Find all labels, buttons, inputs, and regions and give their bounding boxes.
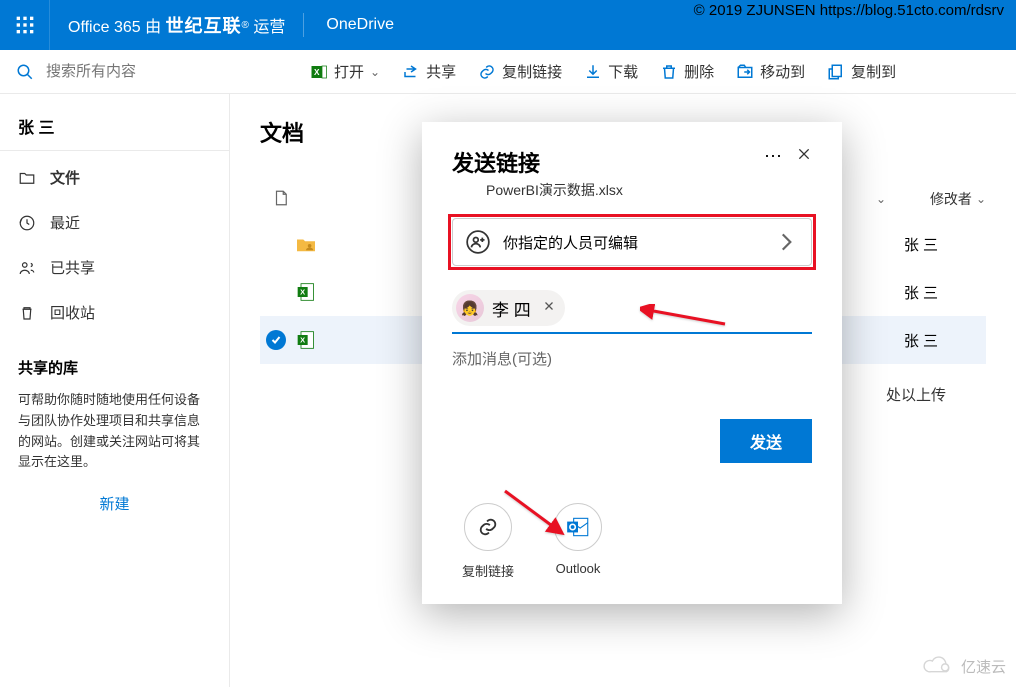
- folder-shared-icon: [295, 235, 317, 253]
- nav-files[interactable]: 文件: [0, 155, 229, 200]
- more-button[interactable]: ⋯: [764, 146, 782, 167]
- excel-icon: X: [310, 63, 328, 81]
- dialog-filename: PowerBI演示数据.xlsx: [486, 180, 623, 200]
- chevron-right-icon: [773, 229, 799, 255]
- nav-recycle[interactable]: 回收站: [0, 290, 229, 335]
- open-button[interactable]: X 打开⌄: [310, 61, 380, 82]
- shared-libs-desc: 可帮助你随时随地使用任何设备与团队协作处理项目和共享信息的网站。创建或关注网站可…: [0, 390, 229, 473]
- excel-file-icon: X: [296, 282, 316, 302]
- remove-recipient-button[interactable]: [543, 299, 555, 317]
- nav-recent[interactable]: 最近: [0, 200, 229, 245]
- copyto-button[interactable]: 复制到: [827, 61, 896, 82]
- col-modified-by[interactable]: 修改者 ⌄: [930, 189, 986, 209]
- cell-modby: 张 三: [904, 282, 938, 303]
- left-nav: 张 三 文件 最近 已共享 回收站 共享的库 可帮助你随时随地使用任何设备与团队…: [0, 94, 230, 687]
- cell-modby: 张 三: [904, 330, 938, 351]
- col-modified-time[interactable]: ⌄: [876, 192, 886, 206]
- recipient-name: 李 四: [492, 296, 531, 321]
- link-scope-selector[interactable]: 你指定的人员可编辑: [452, 218, 812, 266]
- recent-icon: [18, 214, 36, 232]
- current-user: 张 三: [0, 114, 229, 151]
- recycle-icon: [18, 304, 36, 322]
- download-icon: [584, 63, 602, 81]
- annotation-arrow-icon: [640, 304, 730, 339]
- search-box[interactable]: [0, 63, 300, 81]
- file-icon: [272, 188, 290, 208]
- copylink-button[interactable]: 复制链接: [478, 61, 562, 82]
- excel-file-icon: X: [296, 330, 316, 350]
- outlook-label: Outlook: [556, 561, 601, 576]
- avatar-icon: 👧: [456, 294, 484, 322]
- link-scope-label: 你指定的人员可编辑: [491, 232, 773, 253]
- people-add-icon: [465, 229, 491, 255]
- copyto-icon: [827, 63, 845, 81]
- message-input[interactable]: 添加消息(可选): [452, 348, 812, 369]
- trash-icon: [660, 63, 678, 81]
- cell-modby: 张 三: [904, 234, 938, 255]
- svg-text:X: X: [300, 336, 305, 345]
- link-icon: [478, 63, 496, 81]
- dialog-title: 发送链接: [452, 146, 623, 178]
- new-site-link[interactable]: 新建: [0, 473, 229, 534]
- waffle-icon: [15, 15, 35, 35]
- share-button[interactable]: 共享: [402, 61, 456, 82]
- close-icon: [543, 300, 555, 312]
- watermark: 亿速云: [921, 655, 1006, 677]
- search-input[interactable]: [46, 63, 226, 80]
- annotation-arrow-icon: [500, 486, 570, 541]
- copy-link-label: 复制链接: [462, 561, 514, 580]
- brand-label: Office 365 由 世纪互联® 运营: [50, 13, 304, 37]
- svg-text:X: X: [300, 288, 305, 297]
- people-icon: [18, 259, 36, 277]
- shared-libs-title: 共享的库: [0, 335, 229, 390]
- app-launcher-button[interactable]: [0, 0, 50, 50]
- svg-text:X: X: [314, 68, 320, 77]
- app-name[interactable]: OneDrive: [304, 16, 416, 34]
- link-icon: [477, 516, 499, 538]
- command-bar: X 打开⌄ 共享 复制链接 下载 删除 移动到 复制到: [0, 50, 1016, 94]
- close-button[interactable]: [796, 146, 812, 167]
- recipients-input[interactable]: 👧 李 四: [452, 290, 812, 334]
- close-icon: [796, 146, 812, 162]
- nav-shared[interactable]: 已共享: [0, 245, 229, 290]
- folder-icon: [18, 169, 36, 187]
- moveto-icon: [736, 63, 754, 81]
- send-link-dialog: 发送链接 PowerBI演示数据.xlsx ⋯ 你指定的人员可编辑 👧 李 四 …: [422, 122, 842, 604]
- search-icon: [16, 63, 34, 81]
- download-button[interactable]: 下载: [584, 61, 638, 82]
- cloud-icon: [921, 655, 955, 677]
- share-icon: [402, 63, 420, 81]
- row-checkmark-icon[interactable]: [266, 330, 286, 350]
- moveto-button[interactable]: 移动到: [736, 61, 805, 82]
- send-button[interactable]: 发送: [720, 419, 812, 463]
- delete-button[interactable]: 删除: [660, 61, 714, 82]
- recipient-chip[interactable]: 👧 李 四: [452, 290, 565, 326]
- copyright-text: © 2019 ZJUNSEN https://blog.51cto.com/rd…: [694, 2, 1004, 19]
